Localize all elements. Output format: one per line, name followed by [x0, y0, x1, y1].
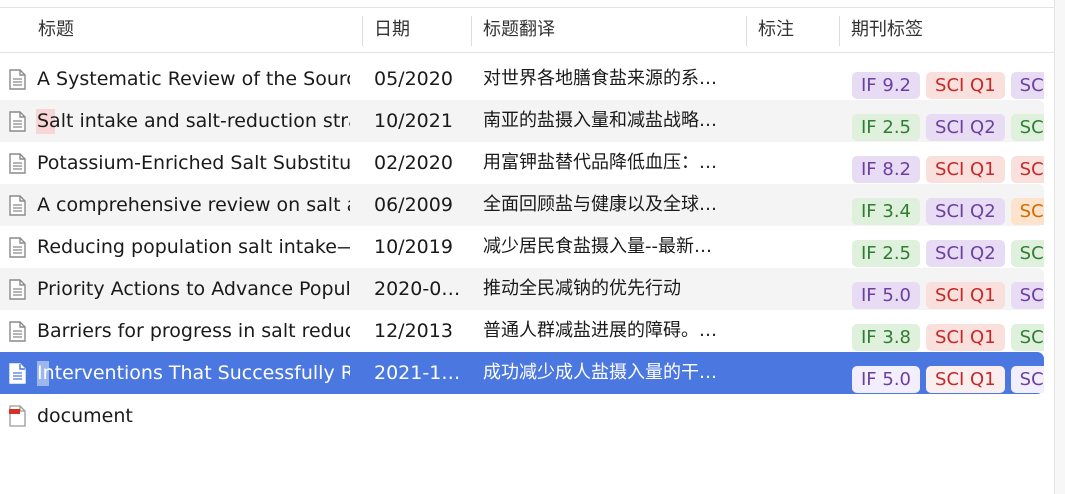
document-icon [9, 153, 26, 174]
document-icon [9, 69, 26, 90]
sci-quartile-tag: SCI Q1 [926, 72, 1005, 99]
sci-quartile-tag: SCI Q1 [926, 324, 1005, 351]
sci-tag: SCI [1010, 114, 1044, 141]
item-title-translation: 减少居民食盐摄入量--最新… [483, 236, 712, 257]
item-title-translation: 对世界各地膳食盐来源的系… [483, 68, 717, 89]
table-row[interactable]: A comprehensive review on salt and 06/20… [0, 184, 1044, 226]
item-title: A Systematic Review of the Source [37, 68, 350, 90]
impact-factor-tag: IF 5.0 [852, 282, 921, 309]
impact-factor-tag: IF 3.8 [852, 324, 921, 351]
sci-tag: SCI [1010, 198, 1044, 225]
impact-factor-tag: IF 9.2 [852, 72, 921, 99]
sci-tag: SCI [1010, 366, 1044, 393]
attachment-row[interactable]: document [0, 400, 1054, 432]
item-title: Potassium-Enriched Salt Substitutes [37, 152, 350, 174]
document-icon [9, 279, 26, 300]
impact-factor-tag: IF 2.5 [852, 114, 921, 141]
column-header-date[interactable]: 日期 [362, 8, 470, 52]
sci-tag: SCI [1010, 72, 1044, 99]
column-header-title[interactable]: 标题 [26, 8, 360, 52]
document-icon [9, 237, 26, 258]
document-icon [9, 195, 26, 216]
sci-tag: SCI [1010, 282, 1044, 309]
sci-quartile-tag: SCI Q1 [926, 282, 1005, 309]
sci-quartile-tag: SCI Q2 [926, 240, 1005, 267]
table-row[interactable]: Barriers for progress in salt reduction … [0, 310, 1044, 352]
impact-factor-tag: IF 3.4 [852, 198, 921, 225]
item-date: 02/2020 [374, 152, 453, 174]
attachment-label: document [37, 405, 133, 427]
table-row[interactable]: Potassium-Enriched Salt Substitutes 02/2… [0, 142, 1044, 184]
table-row[interactable]: Priority Actions to Advance Population 2… [0, 268, 1044, 310]
item-date: 06/2009 [374, 194, 453, 216]
item-title-translation: 推动全民减钠的优先行动 [483, 278, 681, 299]
sci-tag: SCI [1010, 240, 1044, 267]
item-title: A comprehensive review on salt and [37, 194, 350, 216]
column-header-translation[interactable]: 标题翻译 [471, 8, 745, 52]
impact-factor-tag: IF 5.0 [852, 366, 921, 393]
sci-quartile-tag: SCI Q1 [926, 156, 1005, 183]
sci-quartile-tag: SCI Q1 [926, 366, 1005, 393]
pdf-file-icon [9, 405, 26, 427]
item-title-translation: 全面回顾盐与健康以及全球… [483, 194, 717, 215]
item-title: Salt intake and salt-reduction strategie… [37, 110, 350, 132]
item-date: 10/2019 [374, 236, 453, 258]
table-row[interactable]: A Systematic Review of the Source 05/202… [0, 58, 1044, 100]
sci-quartile-tag: SCI Q2 [926, 198, 1005, 225]
document-icon [9, 363, 26, 384]
item-date: 2021-1… [374, 362, 461, 384]
item-title: Reducing population salt intake— [37, 236, 350, 258]
item-title: Barriers for progress in salt reduction [37, 320, 350, 342]
document-icon [9, 321, 26, 342]
item-date: 12/2013 [374, 320, 453, 342]
impact-factor-tag: IF 8.2 [852, 156, 921, 183]
column-header-journal-tags[interactable]: 期刊标签 [839, 8, 1054, 52]
item-date: 2020-0… [374, 278, 461, 300]
vertical-scrollbar[interactable] [1054, 0, 1065, 494]
table-row[interactable]: Salt intake and salt-reduction strategie… [0, 100, 1044, 142]
document-icon [9, 111, 26, 132]
table-row-selected[interactable]: Interventions That Successfully Reduce 2… [0, 352, 1044, 394]
impact-factor-tag: IF 2.5 [852, 240, 921, 267]
column-header-annotation[interactable]: 标注 [746, 8, 838, 52]
item-title: Priority Actions to Advance Population [37, 278, 350, 300]
table-row[interactable]: Reducing population salt intake— 10/2019… [0, 226, 1044, 268]
item-title: Interventions That Successfully Reduce [37, 362, 350, 384]
sci-tag: SCI [1010, 324, 1044, 351]
sci-quartile-tag: SCI Q2 [926, 114, 1005, 141]
item-title-translation: 普通人群减盐进展的障碍。… [483, 320, 717, 341]
item-title-translation: 成功减少成人盐摄入量的干… [483, 362, 717, 383]
sci-tag: SCI [1010, 156, 1044, 183]
item-title-translation: 用富钾盐替代品降低血压：… [483, 152, 717, 173]
item-date: 05/2020 [374, 68, 453, 90]
column-header: 标题 日期 标题翻译 标注 期刊标签 [0, 8, 1054, 53]
item-title-translation: 南亚的盐摄入量和减盐战略… [483, 110, 717, 131]
item-date: 10/2021 [374, 110, 453, 132]
